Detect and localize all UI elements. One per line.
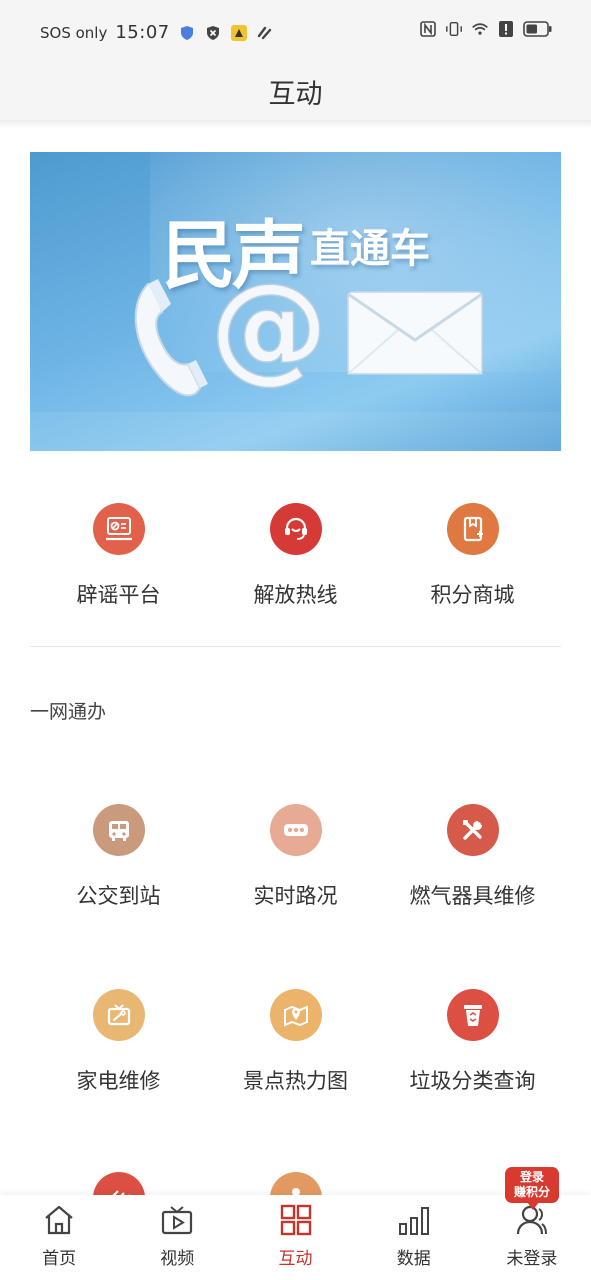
status-bar: SOS only 15:07 — [0, 0, 591, 62]
bus-icon — [92, 804, 145, 856]
nfc-icon — [419, 20, 437, 38]
bar-chart-icon — [397, 1204, 431, 1240]
login-reward-badge[interactable]: 登录 赚积分 — [505, 1167, 559, 1210]
tab-label: 数据 — [396, 1249, 431, 1269]
tab-data[interactable]: 数据 — [355, 1195, 473, 1280]
grid-bus-arrival[interactable]: 公交到站 — [30, 804, 207, 910]
tab-interaction[interactable]: 互动 — [236, 1195, 354, 1280]
grid-label: 实时路况 — [253, 884, 338, 908]
service-rumor-platform[interactable]: 辟谣平台 — [30, 503, 207, 609]
tab-label: 首页 — [42, 1249, 77, 1269]
title-divider — [0, 120, 591, 128]
bottom-tab-bar: 首页 视频 互动 数据 未登录 — [0, 1195, 591, 1280]
badge-line-1: 登录 — [519, 1170, 544, 1184]
grid-label: 景点热力图 — [243, 1069, 348, 1093]
service-label: 辟谣平台 — [76, 583, 161, 607]
map-pin-icon — [269, 989, 322, 1041]
wifi-icon — [471, 20, 489, 38]
tab-home[interactable]: 首页 — [0, 1195, 118, 1280]
badge-line-2: 赚积分 — [513, 1185, 550, 1199]
headset-icon — [269, 503, 322, 555]
video-icon — [160, 1204, 194, 1240]
link-icon — [256, 24, 274, 42]
grid-garbage-sorting[interactable]: 垃圾分类查询 — [384, 989, 561, 1095]
page-title: 互动 — [268, 79, 323, 110]
service-label: 积分商城 — [430, 583, 515, 607]
grid-icon — [279, 1204, 313, 1240]
grid-label: 家电维修 — [76, 1069, 161, 1093]
grid-scenic-heatmap[interactable]: 景点热力图 — [207, 989, 384, 1095]
trash-icon — [446, 989, 499, 1041]
grid-gas-repair[interactable]: 燃气器具维修 — [384, 804, 561, 910]
section-divider — [30, 646, 561, 647]
tools-icon — [446, 804, 499, 856]
tab-label: 视频 — [160, 1249, 195, 1269]
rumor-board-icon — [92, 503, 145, 555]
grid-label: 燃气器具维修 — [409, 884, 536, 908]
app-notification-icon — [230, 24, 248, 42]
service-hotline[interactable]: 解放热线 — [207, 503, 384, 609]
tab-label: 互动 — [278, 1249, 313, 1269]
service-label: 解放热线 — [253, 583, 338, 607]
grid-label: 垃圾分类查询 — [409, 1069, 536, 1093]
tab-label: 未登录 — [506, 1249, 558, 1269]
grid-row-2: 家电维修 景点热力图 垃圾分类查询 — [30, 989, 561, 1095]
tv-repair-icon — [92, 989, 145, 1041]
alert-icon — [497, 20, 515, 38]
envelope-icon — [347, 291, 483, 375]
title-bar: 互动 — [0, 62, 591, 120]
shield-icon — [178, 24, 196, 42]
banner-title-sub: 直通车 — [310, 226, 430, 272]
blocked-icon — [204, 24, 222, 42]
carrier-text: SOS only — [40, 23, 108, 42]
section-title: 一网通办 — [30, 701, 107, 723]
grid-traffic[interactable]: 实时路况 — [207, 804, 384, 910]
grid-row-1: 公交到站 实时路况 燃气器具维修 — [30, 804, 561, 910]
grid-label: 公交到站 — [76, 884, 161, 908]
grid-appliance-repair[interactable]: 家电维修 — [30, 989, 207, 1095]
battery-icon — [523, 20, 553, 38]
vibrate-icon — [445, 20, 463, 38]
banner-title-main: 民声 — [162, 213, 306, 299]
clock: 15:07 — [115, 22, 170, 43]
banner-minsheng[interactable]: @ 民声 直通车 — [30, 152, 561, 451]
home-icon — [42, 1204, 76, 1240]
service-row: 辟谣平台 解放热线 积分商城 — [30, 503, 561, 609]
service-points-mall[interactable]: 积分商城 — [384, 503, 561, 609]
traffic-icon — [269, 804, 322, 856]
points-mall-icon — [446, 503, 499, 555]
tab-video[interactable]: 视频 — [118, 1195, 236, 1280]
